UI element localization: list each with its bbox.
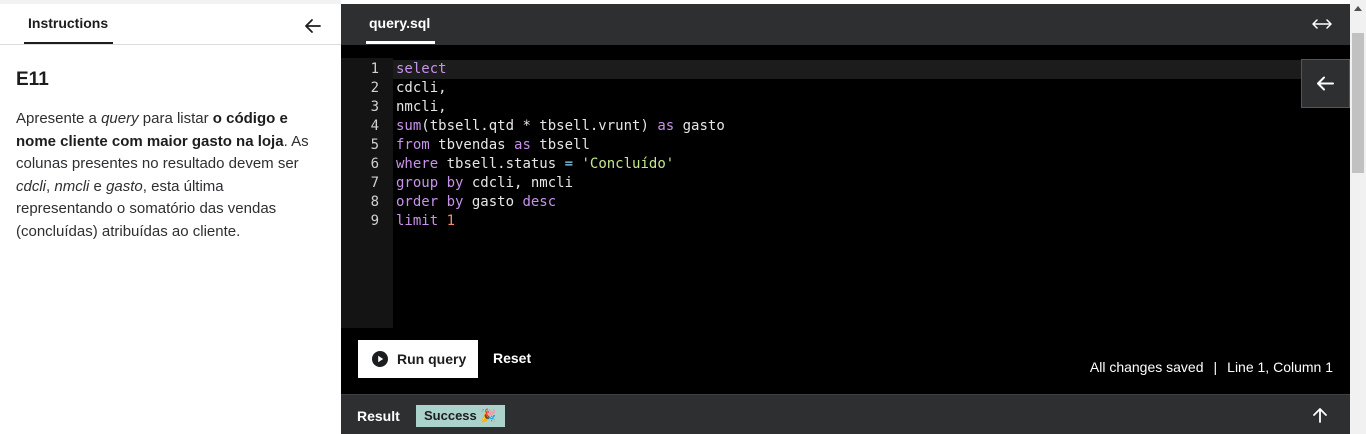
desc-text: para listar [138, 110, 213, 127]
code-text: limit 1 [396, 212, 455, 231]
instructions-panel: Instructions E11 Apresente a query para … [0, 0, 341, 434]
code-text: order by gasto desc [396, 193, 556, 212]
cursor-position: Line 1, Column 1 [1227, 359, 1333, 375]
run-query-button[interactable]: Run query [358, 340, 478, 378]
reset-button[interactable]: Reset [493, 350, 531, 366]
tab-instructions[interactable]: Instructions [28, 15, 108, 31]
sql-token: gasto [463, 194, 523, 210]
expand-horizontal-icon [1312, 19, 1332, 29]
sql-keyword: as [657, 118, 675, 134]
play-circle-icon [372, 351, 388, 367]
sql-keyword: select [396, 61, 447, 77]
page-scrollbar[interactable] [1350, 0, 1366, 434]
code-text: select [396, 60, 447, 79]
save-status: All changes saved [1089, 359, 1204, 375]
line-number: 4 [370, 118, 379, 134]
sql-keyword: where [396, 156, 439, 172]
sql-function: sum [396, 118, 422, 134]
code-line[interactable]: 8 order by gasto desc [341, 193, 1350, 212]
desc-italic-query: query [101, 110, 139, 127]
arrow-left-icon [1317, 76, 1334, 91]
code-text: where tbsell.status = 'Concluído' [396, 155, 674, 174]
editor-tab-bar: query.sql [341, 4, 1350, 45]
sql-string: 'Concluído' [581, 156, 675, 172]
exercise-description: Apresente a query para listar o código e… [16, 108, 322, 243]
code-line[interactable]: 3 nmcli, [341, 98, 1350, 117]
code-line[interactable]: 2 cdcli, [341, 79, 1350, 98]
sql-token: tbsell.status [438, 156, 565, 172]
code-editor-panel: query.sql 1 select 2 cdcli, 3 nmcli, 4 sum(tbse… [341, 4, 1350, 434]
tab-active-indicator [24, 42, 113, 44]
sql-keyword: group by [396, 175, 464, 191]
file-tab-active-indicator [366, 41, 435, 44]
expand-editor-button[interactable] [1309, 16, 1335, 32]
line-number: 6 [370, 156, 379, 172]
sql-token: cdcli, nmcli [463, 175, 574, 191]
sql-keyword: as [514, 137, 531, 153]
line-number: 7 [370, 175, 379, 191]
instructions-header: Instructions [0, 4, 341, 45]
result-bar[interactable]: Result Success 🎉 [341, 394, 1350, 434]
line-number: 8 [370, 194, 379, 210]
result-label: Result [357, 408, 400, 424]
desc-text: Apresente a [16, 110, 102, 127]
code-text: sum(tbsell.qtd * tbsell.vrunt) as gasto [396, 117, 725, 136]
sql-token: gasto [674, 118, 725, 134]
code-line[interactable]: 9 limit 1 [341, 212, 1350, 231]
code-text: cdcli, [396, 79, 447, 98]
code-line[interactable]: 1 select [341, 60, 1350, 79]
collapse-panel-button[interactable] [302, 15, 324, 37]
line-number: 1 [370, 61, 379, 77]
sql-token: nmcli, [396, 99, 447, 115]
line-number: 9 [370, 213, 379, 229]
sql-operator: = [564, 156, 574, 172]
code-text: group by cdcli, nmcli [396, 174, 573, 193]
status-separator: | [1213, 359, 1218, 375]
arrow-left-icon [305, 19, 321, 33]
arrow-up-icon [1313, 408, 1327, 423]
desc-italic-gasto: gasto [106, 177, 143, 195]
code-area[interactable]: 1 select 2 cdcli, 3 nmcli, 4 sum(tbsell.qtd * t… [341, 58, 1350, 328]
editor-status: All changes saved | Line 1, Column 1 [1090, 359, 1333, 375]
code-line[interactable]: 5 from tbvendas as tbsell [341, 136, 1350, 155]
success-badge: Success 🎉 [416, 405, 505, 427]
sql-token: tbvendas [429, 137, 515, 153]
desc-italic-cdcli: cdcli [16, 177, 47, 195]
scroll-up-button[interactable] [1350, 0, 1366, 17]
code-line[interactable]: 6 where tbsell.status = 'Concluído' [341, 155, 1350, 174]
code-line[interactable]: 4 sum(tbsell.qtd * tbsell.vrunt) as gasto [341, 117, 1350, 136]
line-number: 5 [370, 137, 379, 153]
line-number: 2 [370, 80, 379, 96]
sql-number: 1 [446, 213, 456, 229]
code-line[interactable]: 7 group by cdcli, nmcli [341, 174, 1350, 193]
sql-token: tbsell [530, 137, 590, 153]
sql-keyword: desc [522, 194, 557, 210]
sql-keyword: limit [396, 213, 439, 229]
code-text: from tbvendas as tbsell [396, 136, 590, 155]
sql-token: cdcli, [396, 80, 447, 96]
code-text: nmcli, [396, 98, 447, 117]
collapse-instructions-button[interactable] [1301, 59, 1350, 108]
caret-up-icon [1354, 6, 1362, 11]
sql-keyword: order by [396, 194, 464, 210]
exercise-title: E11 [16, 69, 49, 90]
toggle-result-button[interactable] [1311, 406, 1329, 424]
tab-query-sql[interactable]: query.sql [369, 15, 430, 31]
scrollbar-thumb[interactable] [1352, 33, 1364, 173]
desc-italic-nmcli: nmcli [54, 177, 90, 195]
desc-text: e [89, 177, 107, 195]
sql-keyword: from [396, 137, 430, 153]
run-query-label: Run query [397, 351, 467, 367]
sql-token: (tbsell.qtd * tbsell.vrunt) [421, 118, 658, 134]
line-number: 3 [370, 99, 379, 115]
